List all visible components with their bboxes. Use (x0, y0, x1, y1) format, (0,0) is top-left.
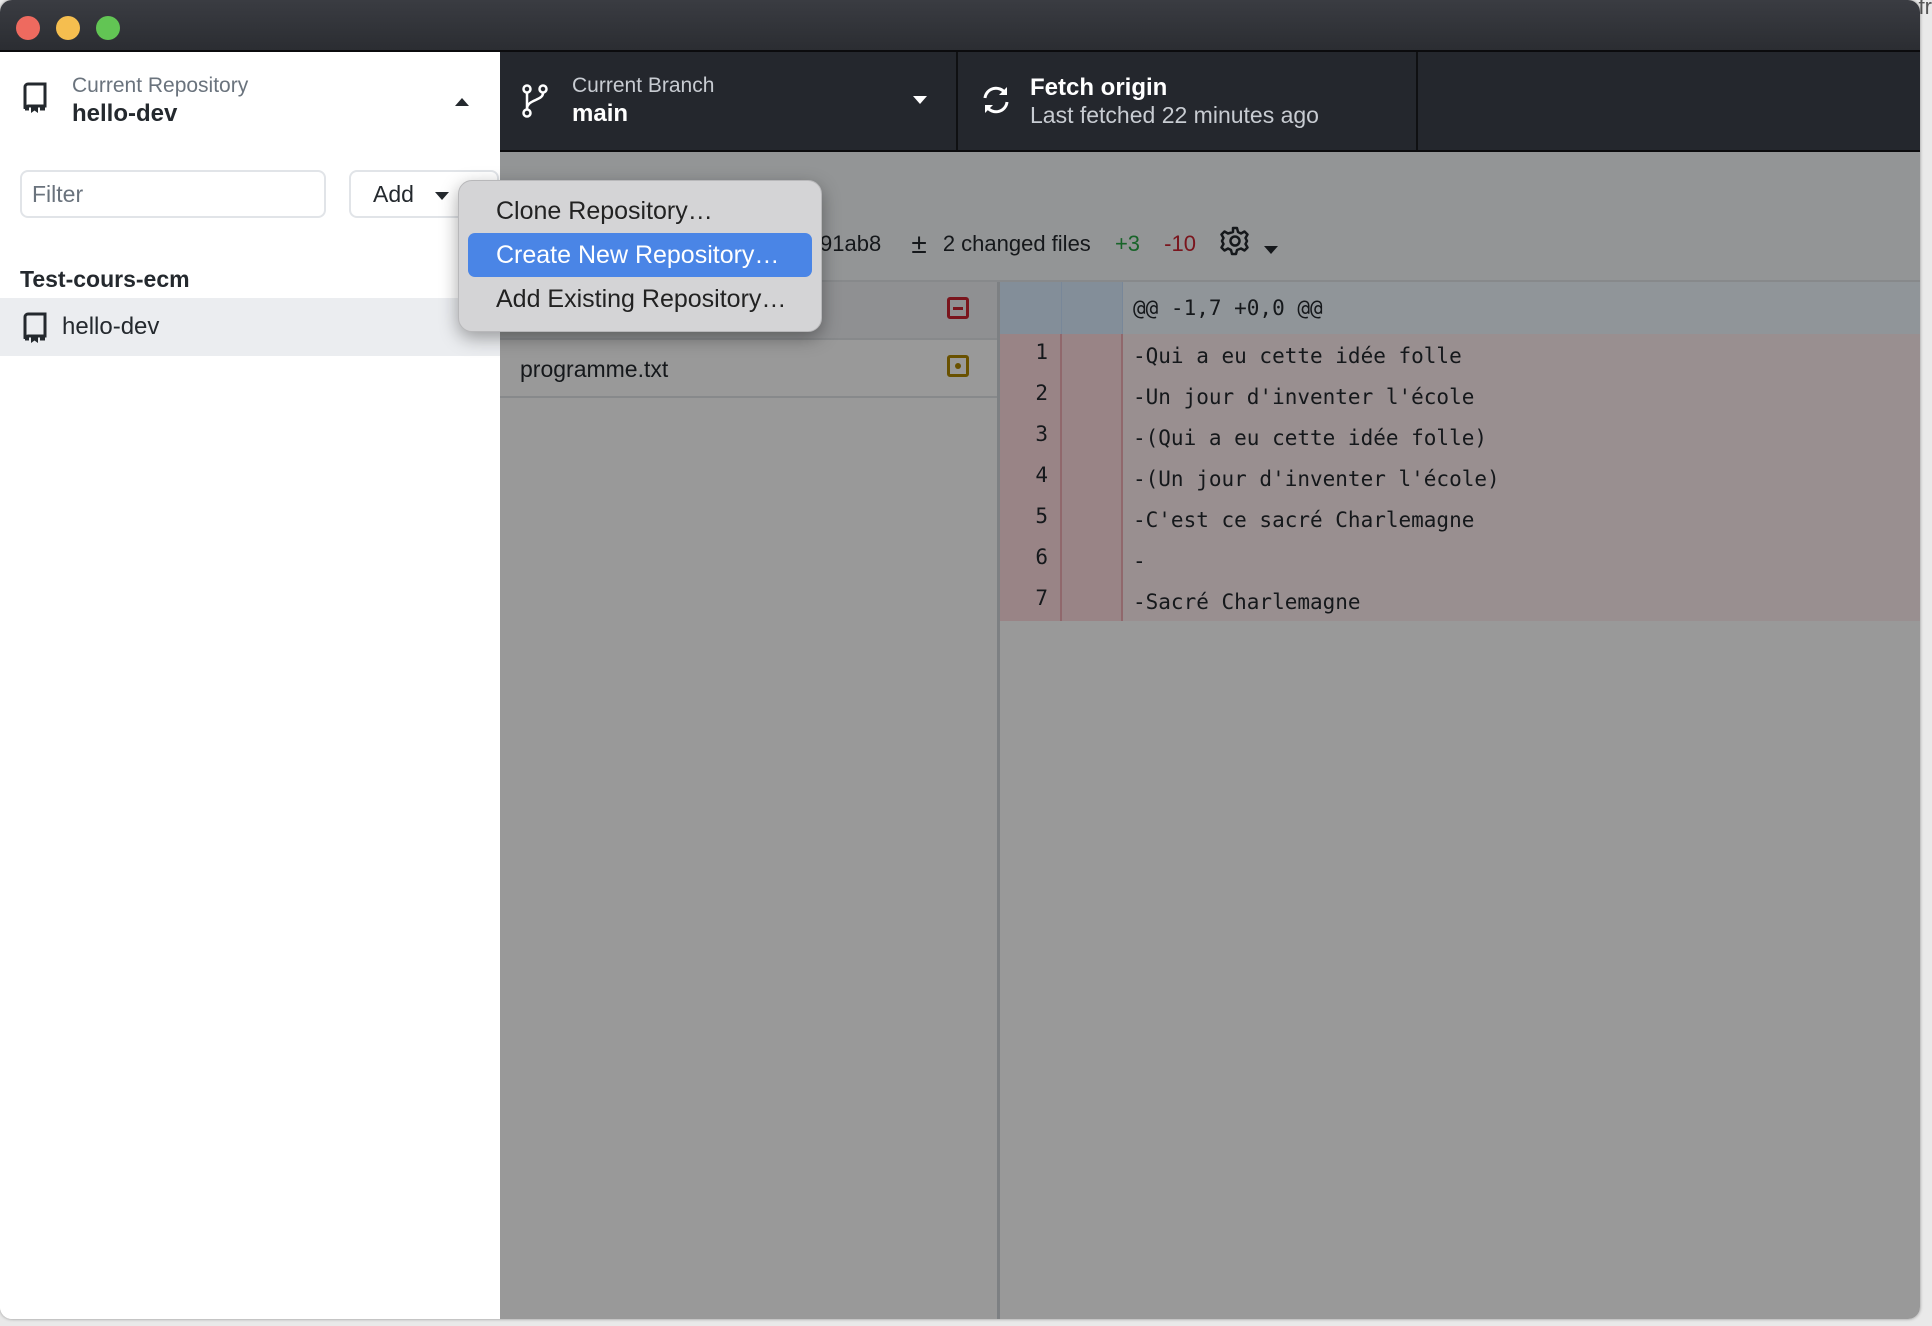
app-window: Current Repository hello-dev Add Test-co… (0, 0, 1920, 1319)
chevron-up-icon (455, 98, 469, 106)
add-button-label: Add (373, 180, 414, 207)
repository-list-item[interactable]: hello-dev (0, 298, 500, 356)
current-repository-button[interactable]: Current Repository hello-dev (0, 52, 500, 152)
chevron-down-icon (435, 192, 449, 200)
toolbar: Current Branch main Fetch origin Last fe… (500, 52, 1920, 152)
repository-sidebar: Current Repository hello-dev Add Test-co… (0, 52, 500, 1319)
current-repository-name: hello-dev (72, 100, 178, 127)
chevron-down-icon (913, 96, 927, 104)
current-repository-label: Current Repository (72, 74, 249, 97)
current-branch-label: Current Branch (572, 74, 715, 97)
menu-item-create-new-repository[interactable]: Create New Repository… (468, 233, 812, 277)
last-fetched-text: Last fetched 22 minutes ago (1030, 102, 1319, 128)
close-window-button[interactable] (16, 16, 40, 40)
zoom-window-button[interactable] (96, 16, 120, 40)
title-bar (0, 0, 1920, 52)
repo-icon (22, 312, 48, 349)
filter-input[interactable] (20, 170, 326, 218)
git-branch-icon (522, 84, 548, 123)
background-window-text: fr (1918, 0, 1932, 19)
minimize-window-button[interactable] (56, 16, 80, 40)
current-branch-name: main (572, 100, 629, 127)
repository-group-heading: Test-cours-ecm (20, 266, 190, 292)
sync-icon (980, 84, 1012, 121)
add-repository-menu: Clone Repository… Create New Repository…… (458, 180, 822, 332)
menu-item-add-existing-repository[interactable]: Add Existing Repository… (468, 277, 812, 321)
repository-name: hello-dev (62, 313, 160, 340)
fetch-origin-button[interactable]: Fetch origin Last fetched 22 minutes ago (958, 52, 1418, 150)
fetch-origin-title: Fetch origin (1030, 74, 1168, 101)
menu-item-clone-repository[interactable]: Clone Repository… (468, 189, 812, 233)
current-branch-button[interactable]: Current Branch main (500, 52, 958, 150)
repo-icon (22, 82, 48, 119)
